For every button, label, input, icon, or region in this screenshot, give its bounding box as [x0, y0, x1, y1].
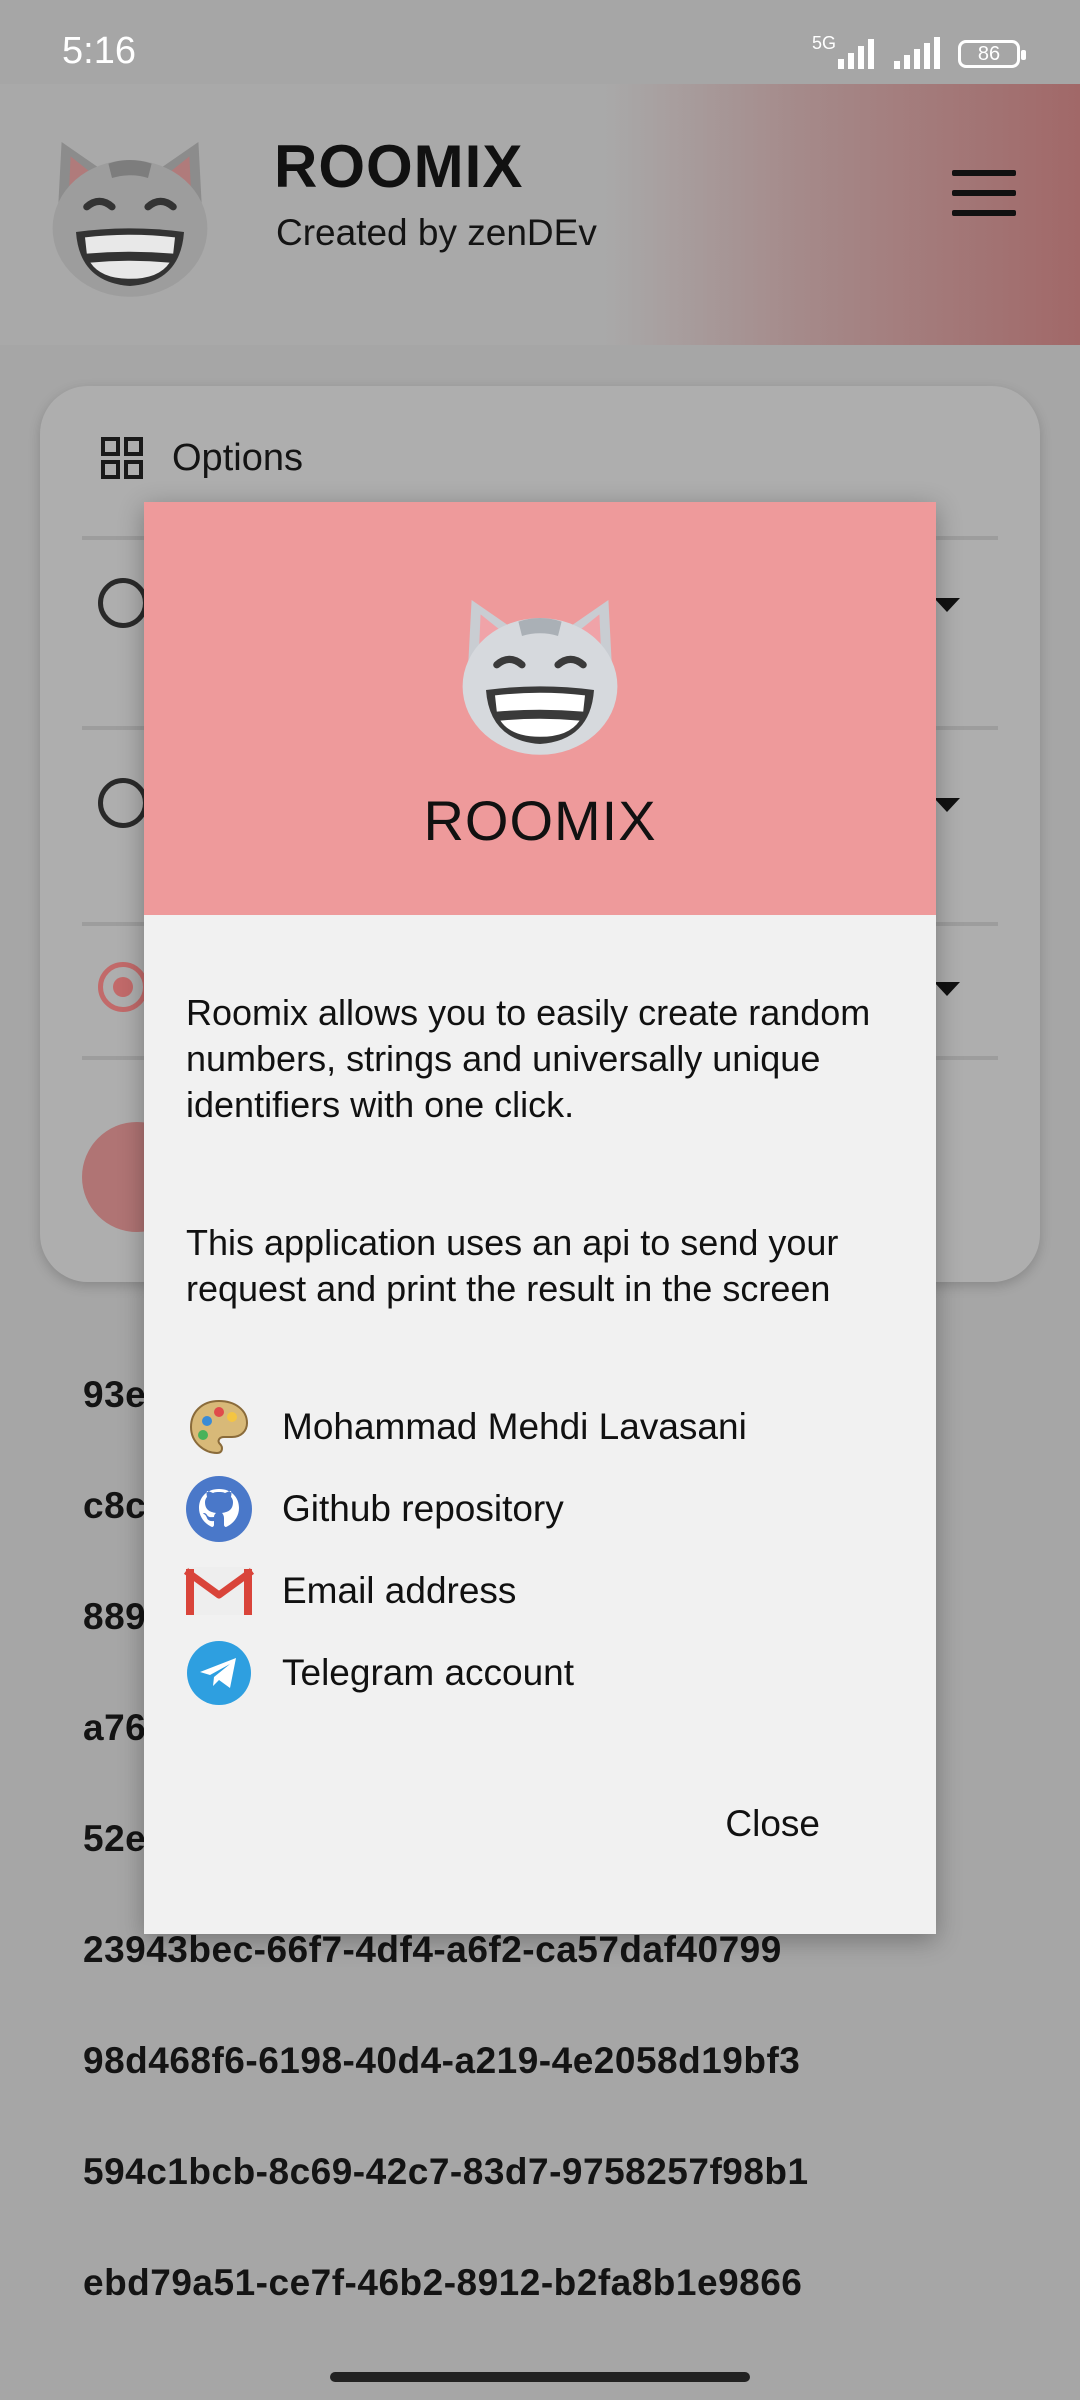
author-name: Mohammad Mehdi Lavasani [282, 1406, 747, 1447]
dialog-header: ROOMIX [144, 502, 936, 915]
email-link[interactable]: Email address [184, 1556, 516, 1626]
status-time: 5:16 [62, 30, 136, 72]
github-link[interactable]: Github repository [184, 1474, 564, 1544]
option-radio-strings[interactable] [98, 778, 148, 828]
result-item: 52e [83, 1818, 147, 1859]
option-radio-uuid[interactable] [98, 962, 148, 1012]
app-subtitle: Created by zenDEv [276, 212, 597, 253]
grinning-cat-icon [450, 582, 630, 762]
hamburger-menu-icon[interactable] [952, 170, 1018, 218]
result-item: c8c [83, 1485, 147, 1526]
gmail-icon [184, 1556, 254, 1626]
dialog-title: ROOMIX [423, 789, 657, 852]
close-button[interactable]: Close [719, 1802, 826, 1846]
result-item: ebd79a51-ce7f-46b2-8912-b2fa8b1e9866 [83, 2262, 803, 2303]
app-title: ROOMIX [274, 133, 524, 200]
grinning-cat-icon [40, 124, 220, 304]
home-indicator[interactable] [330, 2372, 750, 2382]
author-link[interactable]: Mohammad Mehdi Lavasani [184, 1392, 747, 1462]
dialog-description: Roomix allows you to easily create rando… [186, 992, 871, 1125]
option-radio-numbers[interactable] [98, 578, 148, 628]
status-bar: 5:16 5G 86 [0, 0, 1080, 84]
about-dialog: ROOMIX Roomix allows you to easily creat… [144, 502, 936, 1934]
signal-icon [894, 37, 940, 69]
signal-5g-icon: 5G [812, 33, 876, 71]
status-icons: 5G 86 [812, 33, 1026, 74]
telegram-icon [184, 1638, 254, 1708]
battery-icon: 86 [958, 40, 1026, 68]
result-item: 93e [83, 1374, 147, 1415]
email-label: Email address [282, 1570, 517, 1611]
options-label: Options [172, 436, 303, 479]
telegram-link[interactable]: Telegram account [184, 1638, 574, 1708]
dropdown-arrow-icon[interactable] [934, 798, 960, 812]
github-icon [184, 1474, 254, 1544]
result-item: 889 [83, 1596, 147, 1637]
github-label: Github repository [282, 1488, 564, 1529]
dropdown-arrow-icon[interactable] [934, 598, 960, 612]
telegram-label: Telegram account [282, 1652, 575, 1693]
result-item: 98d468f6-6198-40d4-a219-4e2058d19bf3 [83, 2040, 801, 2081]
palette-icon [184, 1392, 254, 1462]
result-item: 594c1bcb-8c69-42c7-83d7-9758257f98b1 [83, 2151, 809, 2192]
result-item: 23943bec-66f7-4df4-a6f2-ca57daf40799 [83, 1929, 782, 1970]
app-header: ROOMIX Created by zenDEv [0, 84, 1080, 345]
options-header: Options [100, 436, 303, 480]
grid-icon [101, 437, 143, 479]
dropdown-arrow-icon[interactable] [934, 982, 960, 996]
result-item: a76 [83, 1707, 147, 1748]
dialog-api-note: This application uses an api to send you… [186, 1222, 839, 1309]
